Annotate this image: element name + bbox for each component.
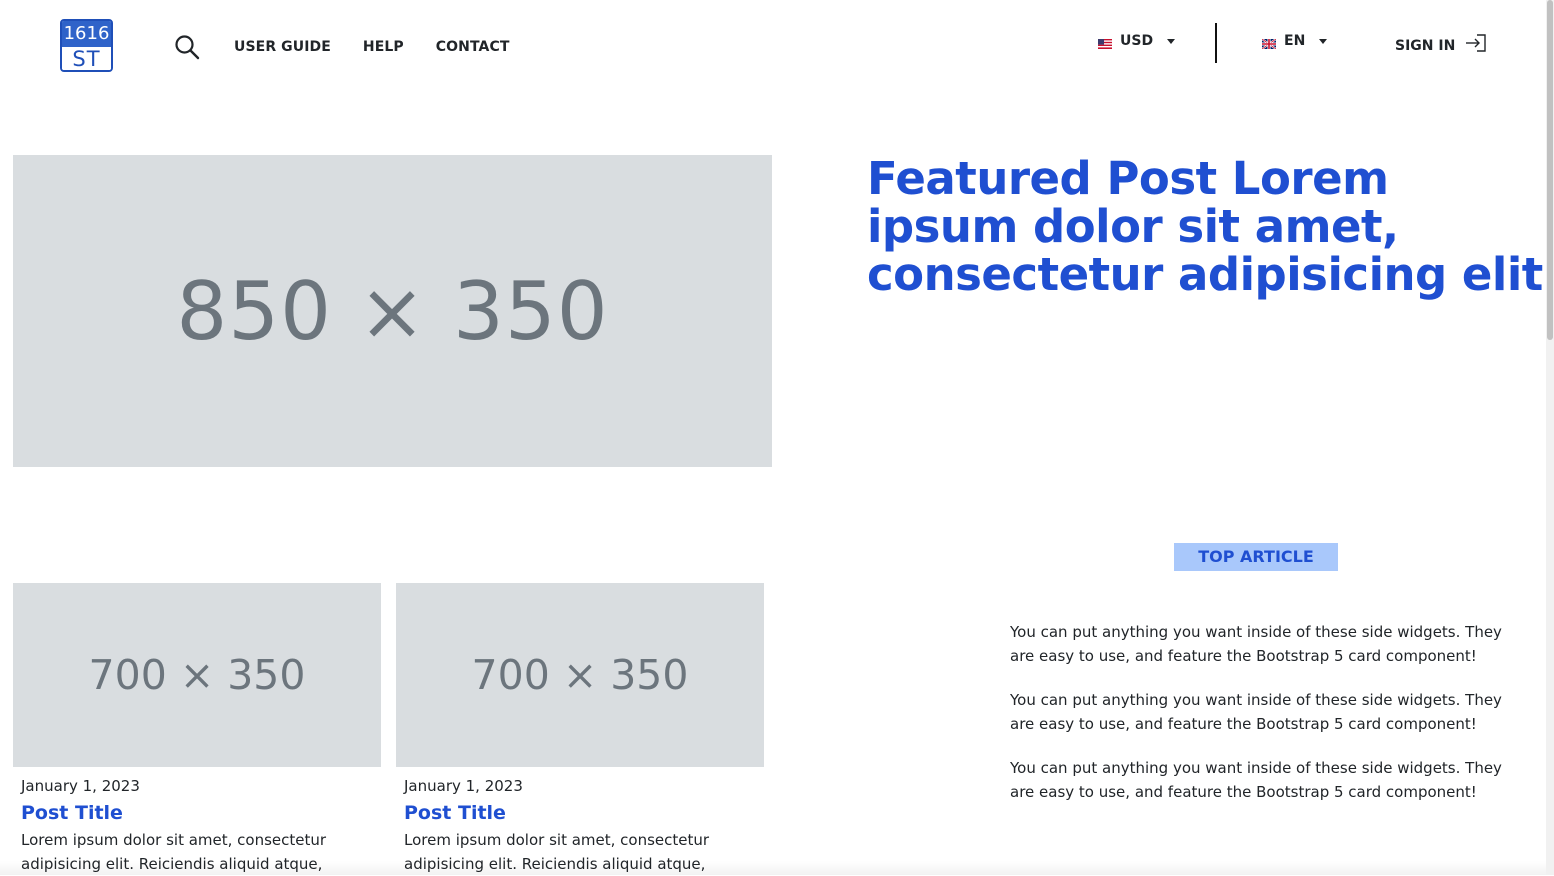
bottom-fade xyxy=(0,861,1546,875)
post-image-label: 700 × 350 xyxy=(88,651,306,699)
caret-down-icon xyxy=(1167,38,1176,44)
post-title[interactable]: Post Title xyxy=(404,800,754,826)
featured-post-title[interactable]: Featured Post Lorem ipsum dolor sit amet… xyxy=(867,155,1547,299)
side-widget: You can put anything you want inside of … xyxy=(1010,620,1510,824)
main-nav: USER GUIDE HELP CONTACT xyxy=(234,39,510,55)
site-logo[interactable]: 1616 ST xyxy=(60,19,113,72)
scrollbar-thumb[interactable] xyxy=(1547,0,1553,340)
post-image[interactable]: 700 × 350 xyxy=(13,583,381,767)
post-date: January 1, 2023 xyxy=(21,777,140,795)
caret-down-icon xyxy=(1319,38,1328,44)
post-title[interactable]: Post Title xyxy=(21,800,371,826)
nav-help[interactable]: HELP xyxy=(363,39,404,55)
sign-in-icon xyxy=(1465,33,1487,58)
header-divider xyxy=(1215,23,1217,63)
uk-flag-icon xyxy=(1261,36,1277,50)
currency-dropdown[interactable]: USD xyxy=(1098,33,1176,49)
us-flag-icon xyxy=(1098,36,1112,49)
post-date: January 1, 2023 xyxy=(404,777,523,795)
page-scrollbar[interactable] xyxy=(1546,0,1554,875)
nav-user-guide[interactable]: USER GUIDE xyxy=(234,39,331,55)
widget-paragraph: You can put anything you want inside of … xyxy=(1010,623,1502,665)
post-image[interactable]: 700 × 350 xyxy=(396,583,764,767)
widget-paragraph: You can put anything you want inside of … xyxy=(1010,691,1502,733)
featured-image-label: 850 × 350 xyxy=(176,264,609,358)
logo-bottom-text: ST xyxy=(62,47,111,70)
post-image-label: 700 × 350 xyxy=(471,651,689,699)
widget-paragraph: You can put anything you want inside of … xyxy=(1010,759,1502,801)
logo-top-text: 1616 xyxy=(62,21,111,47)
top-article-badge: TOP ARTICLE xyxy=(1174,543,1338,571)
currency-label: USD xyxy=(1120,33,1154,49)
sign-in-label: SIGN IN xyxy=(1395,37,1456,54)
featured-image[interactable]: 850 × 350 xyxy=(13,155,772,467)
language-label: EN xyxy=(1284,33,1306,49)
search-icon[interactable] xyxy=(174,34,200,60)
nav-contact[interactable]: CONTACT xyxy=(436,39,510,55)
language-dropdown[interactable]: EN xyxy=(1261,33,1328,50)
sign-in-button[interactable]: SIGN IN xyxy=(1395,33,1487,58)
site-header: 1616 ST USER GUIDE HELP CONTACT USD EN S… xyxy=(0,0,1546,100)
